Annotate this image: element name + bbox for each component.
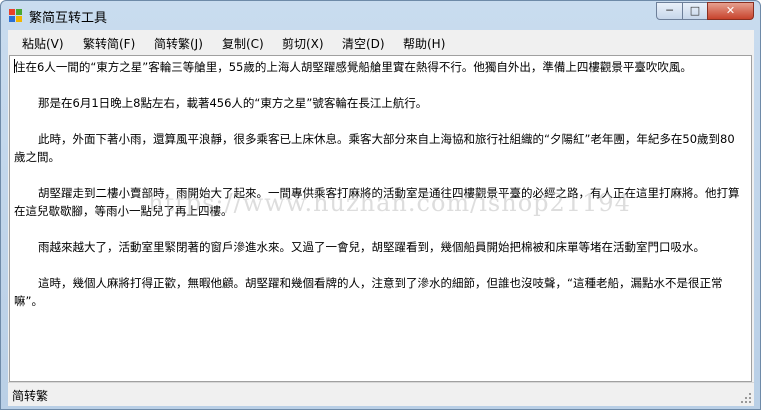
menu-paste[interactable]: 粘贴(V) bbox=[22, 35, 64, 52]
status-text: 简转繁 bbox=[12, 389, 49, 403]
text-editor[interactable]: 住在6人一間的“東方之星”客輪三等艙里，55歲的上海人胡堅躍感覺船艙里實在熱得不… bbox=[9, 55, 752, 382]
close-button[interactable]: ✕ bbox=[707, 2, 754, 20]
menu-trad-to-simp[interactable]: 繁转简(F) bbox=[83, 35, 135, 52]
app-window: 繁简互转工具 ─ □ ✕ 粘贴(V) 繁转简(F) 简转繁(J) 复制(C) 剪… bbox=[0, 0, 761, 410]
app-icon bbox=[9, 9, 22, 22]
menu-clear[interactable]: 清空(D) bbox=[342, 35, 385, 52]
resize-grip-icon[interactable] bbox=[741, 393, 751, 403]
menu-simp-to-trad[interactable]: 简转繁(J) bbox=[154, 35, 203, 52]
status-bar: 简转繁 bbox=[8, 382, 754, 406]
paragraph: 這時，幾個人麻將打得正歡，無暇他顧。胡堅躍和幾個看牌的人，注意到了滲水的細節，但… bbox=[14, 276, 723, 308]
paragraph: 胡堅躍走到二樓小賣部時，雨開始大了起來。一間專供乘客打麻將的活動室是通往四樓觀景… bbox=[14, 186, 740, 218]
paragraph: 雨越來越大了，活動室里緊閉著的窗戶滲進水來。又過了一會兒，胡堅躍看到，幾個船員開… bbox=[38, 240, 705, 254]
menu-bar: 粘贴(V) 繁转简(F) 简转繁(J) 复制(C) 剪切(X) 清空(D) 帮助… bbox=[8, 30, 754, 54]
paragraph: 住在6人一間的“東方之星”客輪三等艙里，55歲的上海人胡堅躍感覺船艙里實在熱得不… bbox=[14, 60, 692, 74]
window-title: 繁简互转工具 bbox=[29, 11, 108, 26]
title-bar[interactable]: 繁简互转工具 ─ □ ✕ bbox=[1, 1, 760, 29]
paragraph: 那是在6月1日晚上8點左右，載著456人的“東方之星”號客輪在長江上航行。 bbox=[38, 96, 428, 110]
paragraph: 此時，外面下著小雨，還算風平浪靜，很多乘客已上床休息。乘客大部分來自上海協和旅行… bbox=[14, 132, 735, 164]
menu-help[interactable]: 帮助(H) bbox=[403, 35, 445, 52]
maximize-button[interactable]: □ bbox=[682, 2, 708, 20]
client-area: 粘贴(V) 繁转简(F) 简转繁(J) 复制(C) 剪切(X) 清空(D) 帮助… bbox=[8, 30, 754, 406]
menu-cut[interactable]: 剪切(X) bbox=[282, 35, 324, 52]
minimize-button[interactable]: ─ bbox=[656, 2, 683, 20]
menu-copy[interactable]: 复制(C) bbox=[222, 35, 264, 52]
